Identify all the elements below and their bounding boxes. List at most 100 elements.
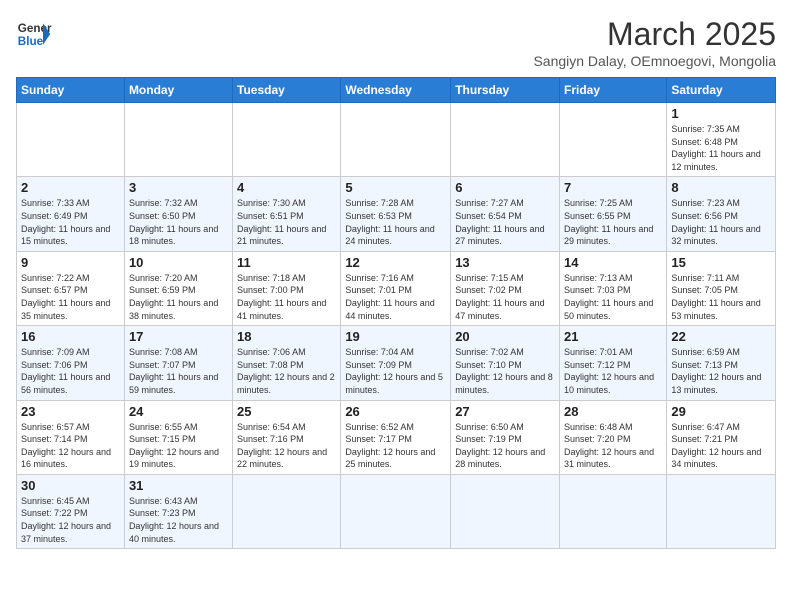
day-info: Sunrise: 7:01 AM Sunset: 7:12 PM Dayligh… — [564, 346, 662, 396]
day-number: 19 — [345, 329, 446, 344]
weekday-header-sunday: Sunday — [17, 78, 125, 103]
day-info: Sunrise: 7:04 AM Sunset: 7:09 PM Dayligh… — [345, 346, 446, 396]
day-number: 27 — [455, 404, 555, 419]
day-number: 10 — [129, 255, 228, 270]
day-info: Sunrise: 7:11 AM Sunset: 7:05 PM Dayligh… — [671, 272, 771, 322]
day-info: Sunrise: 7:20 AM Sunset: 6:59 PM Dayligh… — [129, 272, 228, 322]
day-number: 24 — [129, 404, 228, 419]
calendar-week-row: 30 Sunrise: 6:45 AM Sunset: 7:22 PM Dayli… — [17, 474, 776, 548]
day-number: 15 — [671, 255, 771, 270]
day-number: 5 — [345, 180, 446, 195]
calendar-cell: 6 Sunrise: 7:27 AM Sunset: 6:54 PM Daylig… — [451, 177, 560, 251]
day-info: Sunrise: 7:18 AM Sunset: 7:00 PM Dayligh… — [237, 272, 336, 322]
day-info: Sunrise: 7:22 AM Sunset: 6:57 PM Dayligh… — [21, 272, 120, 322]
day-info: Sunrise: 7:25 AM Sunset: 6:55 PM Dayligh… — [564, 197, 662, 247]
calendar-cell: 8 Sunrise: 7:23 AM Sunset: 6:56 PM Daylig… — [667, 177, 776, 251]
day-number: 12 — [345, 255, 446, 270]
calendar-table: SundayMondayTuesdayWednesdayThursdayFrid… — [16, 77, 776, 549]
calendar-cell: 3Sunrise: 7:32 AM Sunset: 6:50 PM Daylig… — [124, 177, 232, 251]
title-block: March 2025 Sangiyn Dalay, OEmnoegovi, Mo… — [533, 16, 776, 69]
calendar-cell — [560, 103, 667, 177]
day-info: Sunrise: 7:35 AM Sunset: 6:48 PM Dayligh… — [671, 123, 771, 173]
calendar-cell: 7 Sunrise: 7:25 AM Sunset: 6:55 PM Daylig… — [560, 177, 667, 251]
weekday-header-tuesday: Tuesday — [233, 78, 341, 103]
day-number: 22 — [671, 329, 771, 344]
weekday-header-friday: Friday — [560, 78, 667, 103]
day-info: Sunrise: 6:55 AM Sunset: 7:15 PM Dayligh… — [129, 421, 228, 471]
day-number: 23 — [21, 404, 120, 419]
day-number: 11 — [237, 255, 336, 270]
day-number: 30 — [21, 478, 120, 493]
day-number: 26 — [345, 404, 446, 419]
calendar-cell: 23Sunrise: 6:57 AM Sunset: 7:14 PM Dayli… — [17, 400, 125, 474]
calendar-cell: 18Sunrise: 7:06 AM Sunset: 7:08 PM Dayli… — [233, 326, 341, 400]
day-number: 14 — [564, 255, 662, 270]
day-info: Sunrise: 7:30 AM Sunset: 6:51 PM Dayligh… — [237, 197, 336, 247]
calendar-week-row: 2 Sunrise: 7:33 AM Sunset: 6:49 PM Daylig… — [17, 177, 776, 251]
day-info: Sunrise: 6:45 AM Sunset: 7:22 PM Dayligh… — [21, 495, 120, 545]
calendar-cell: 26Sunrise: 6:52 AM Sunset: 7:17 PM Dayli… — [341, 400, 451, 474]
day-info: Sunrise: 6:50 AM Sunset: 7:19 PM Dayligh… — [455, 421, 555, 471]
calendar-cell: 25 Sunrise: 6:54 AM Sunset: 7:16 PM Dayli… — [233, 400, 341, 474]
day-number: 13 — [455, 255, 555, 270]
weekday-header-thursday: Thursday — [451, 78, 560, 103]
calendar-cell — [233, 474, 341, 548]
day-number: 4 — [237, 180, 336, 195]
calendar-cell: 11 Sunrise: 7:18 AM Sunset: 7:00 PM Dayli… — [233, 251, 341, 325]
calendar-cell: 29 Sunrise: 6:47 AM Sunset: 7:21 PM Dayli… — [667, 400, 776, 474]
location-subtitle: Sangiyn Dalay, OEmnoegovi, Mongolia — [533, 53, 776, 69]
day-info: Sunrise: 7:33 AM Sunset: 6:49 PM Dayligh… — [21, 197, 120, 247]
calendar-cell: 27 Sunrise: 6:50 AM Sunset: 7:19 PM Dayli… — [451, 400, 560, 474]
calendar-cell — [17, 103, 125, 177]
calendar-cell: 4 Sunrise: 7:30 AM Sunset: 6:51 PM Daylig… — [233, 177, 341, 251]
calendar-cell — [341, 474, 451, 548]
calendar-cell: 31Sunrise: 6:43 AM Sunset: 7:23 PM Dayli… — [124, 474, 232, 548]
day-info: Sunrise: 7:08 AM Sunset: 7:07 PM Dayligh… — [129, 346, 228, 396]
month-year-title: March 2025 — [533, 16, 776, 53]
calendar-cell — [124, 103, 232, 177]
day-info: Sunrise: 6:47 AM Sunset: 7:21 PM Dayligh… — [671, 421, 771, 471]
day-number: 9 — [21, 255, 120, 270]
logo-icon: General Blue — [16, 16, 52, 52]
calendar-cell: 16Sunrise: 7:09 AM Sunset: 7:06 PM Dayli… — [17, 326, 125, 400]
day-number: 6 — [455, 180, 555, 195]
day-number: 25 — [237, 404, 336, 419]
day-info: Sunrise: 7:23 AM Sunset: 6:56 PM Dayligh… — [671, 197, 771, 247]
day-info: Sunrise: 6:54 AM Sunset: 7:16 PM Dayligh… — [237, 421, 336, 471]
day-number: 7 — [564, 180, 662, 195]
calendar-cell: 13 Sunrise: 7:15 AM Sunset: 7:02 PM Dayli… — [451, 251, 560, 325]
day-number: 3 — [129, 180, 228, 195]
weekday-header-wednesday: Wednesday — [341, 78, 451, 103]
calendar-cell: 20Sunrise: 7:02 AM Sunset: 7:10 PM Dayli… — [451, 326, 560, 400]
calendar-cell — [341, 103, 451, 177]
calendar-cell — [233, 103, 341, 177]
calendar-cell — [451, 474, 560, 548]
day-info: Sunrise: 6:48 AM Sunset: 7:20 PM Dayligh… — [564, 421, 662, 471]
svg-text:Blue: Blue — [18, 35, 44, 48]
day-number: 8 — [671, 180, 771, 195]
page-header: General Blue March 2025 Sangiyn Dalay, O… — [16, 16, 776, 69]
calendar-cell — [451, 103, 560, 177]
day-number: 18 — [237, 329, 336, 344]
day-number: 29 — [671, 404, 771, 419]
day-number: 20 — [455, 329, 555, 344]
day-info: Sunrise: 7:15 AM Sunset: 7:02 PM Dayligh… — [455, 272, 555, 322]
calendar-cell: 9 Sunrise: 7:22 AM Sunset: 6:57 PM Daylig… — [17, 251, 125, 325]
calendar-week-row: 9 Sunrise: 7:22 AM Sunset: 6:57 PM Daylig… — [17, 251, 776, 325]
day-number: 2 — [21, 180, 120, 195]
weekday-header-row: SundayMondayTuesdayWednesdayThursdayFrid… — [17, 78, 776, 103]
day-info: Sunrise: 7:13 AM Sunset: 7:03 PM Dayligh… — [564, 272, 662, 322]
day-info: Sunrise: 7:28 AM Sunset: 6:53 PM Dayligh… — [345, 197, 446, 247]
calendar-cell: 21Sunrise: 7:01 AM Sunset: 7:12 PM Dayli… — [560, 326, 667, 400]
day-info: Sunrise: 7:27 AM Sunset: 6:54 PM Dayligh… — [455, 197, 555, 247]
calendar-cell: 24 Sunrise: 6:55 AM Sunset: 7:15 PM Dayli… — [124, 400, 232, 474]
calendar-cell: 17Sunrise: 7:08 AM Sunset: 7:07 PM Dayli… — [124, 326, 232, 400]
calendar-cell: 22Sunrise: 6:59 AM Sunset: 7:13 PM Dayli… — [667, 326, 776, 400]
calendar-cell: 2 Sunrise: 7:33 AM Sunset: 6:49 PM Daylig… — [17, 177, 125, 251]
calendar-cell: 14 Sunrise: 7:13 AM Sunset: 7:03 PM Dayli… — [560, 251, 667, 325]
day-number: 1 — [671, 106, 771, 121]
calendar-cell: 28Sunrise: 6:48 AM Sunset: 7:20 PM Dayli… — [560, 400, 667, 474]
calendar-week-row: 16Sunrise: 7:09 AM Sunset: 7:06 PM Dayli… — [17, 326, 776, 400]
calendar-cell: 30 Sunrise: 6:45 AM Sunset: 7:22 PM Dayli… — [17, 474, 125, 548]
logo: General Blue — [16, 16, 52, 52]
